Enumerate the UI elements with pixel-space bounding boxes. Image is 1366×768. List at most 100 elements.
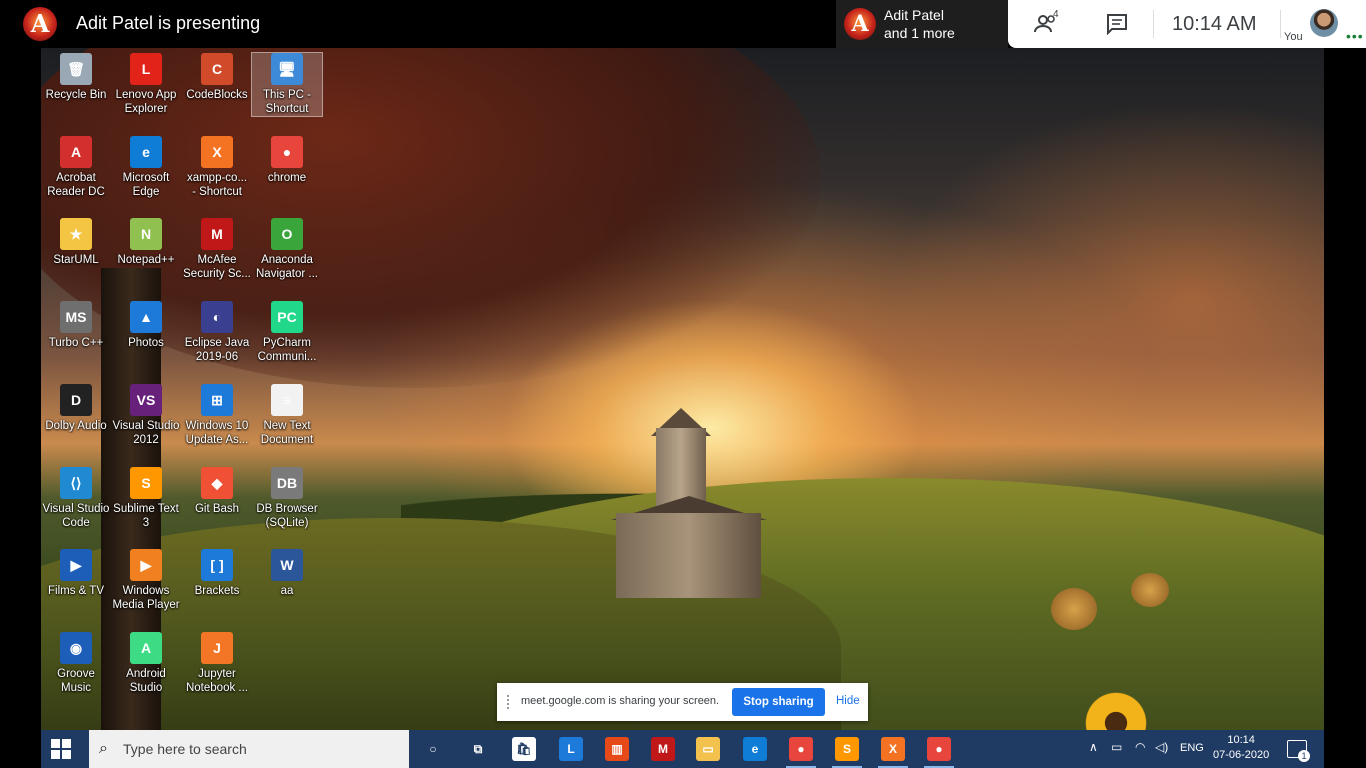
desktop-icon-label: Visual Studio <box>42 502 110 515</box>
desktop-icon-label: New Text <box>263 419 311 432</box>
anaconda-icon: O <box>271 218 303 251</box>
shared-desktop: 🗑 Recycle Bin L Lenovo App Explorer C CodeBloc… <box>41 48 1324 730</box>
language-indicator[interactable]: ENG <box>1180 742 1204 754</box>
sublime-taskbar-icon[interactable]: S <box>835 737 859 761</box>
desktop-icon[interactable]: ▶ Windows Media Player <box>111 549 181 612</box>
desktop-icon[interactable]: ▲ Photos <box>111 301 181 350</box>
desktop-icon[interactable]: ★ StarUML <box>41 218 111 267</box>
eclipse-icon: ◐ <box>201 301 233 334</box>
desktop-icon[interactable]: ◐ Eclipse Java 2019-06 <box>182 301 252 364</box>
volume-icon[interactable]: ◁) <box>1155 740 1168 754</box>
divider <box>1280 10 1281 38</box>
self-avatar[interactable] <box>1310 9 1338 37</box>
battery-icon[interactable]: ▭ <box>1111 740 1122 754</box>
desktop-icon[interactable]: [ ] Brackets <box>182 549 252 598</box>
desktop-icon-label: Jupyter <box>198 667 236 680</box>
desktop-icon[interactable]: L Lenovo App Explorer <box>111 53 181 116</box>
desktop-icon[interactable]: Xxampp-co... - Shortcut <box>182 135 252 199</box>
desktop-icon[interactable]: A Android Studio <box>111 631 181 695</box>
lenovo-app-icon[interactable]: L <box>559 737 583 761</box>
file-explorer-icon[interactable]: ▭ <box>696 737 720 761</box>
desktop-icon[interactable]: 🖥 This PC - Shortcut <box>251 52 323 117</box>
desktop-icon[interactable]: C CodeBlocks <box>182 53 252 102</box>
mcafee-taskbar-icon[interactable]: M <box>651 737 675 761</box>
desktop-icon-label: - Shortcut <box>192 185 242 198</box>
desktop-icon-label: Explorer <box>124 103 168 115</box>
desktop-icon-label: (SQLite) <box>265 516 309 529</box>
desktop-icon[interactable]: MS Turbo C++ <box>41 301 111 350</box>
word-doc-icon: W <box>271 549 303 582</box>
desktop-icon[interactable]: D Dolby Audio <box>41 383 111 433</box>
desktop-icon-label: xampp-co... <box>186 171 248 184</box>
show-hidden-icons-icon[interactable]: ∧ <box>1089 740 1098 754</box>
chrome-taskbar-icon[interactable]: ● <box>789 737 813 761</box>
desktop-icon[interactable]: O Anaconda Navigator ... <box>252 218 322 281</box>
self-more-dots[interactable]: ••• <box>1346 28 1364 44</box>
xampp-taskbar-icon[interactable]: X <box>881 737 905 761</box>
meet-controls-panel: 4 10:14 AM You ••• <box>1008 0 1366 48</box>
xampp-icon: X <box>201 135 233 168</box>
desktop-icon[interactable]: PC PyCharm Communi... <box>252 301 322 364</box>
desktop-icon[interactable]: S Sublime Text 3 <box>111 466 181 530</box>
search-icon: ⌕ <box>99 740 108 757</box>
start-button[interactable] <box>51 739 71 759</box>
wifi-icon[interactable]: ◠ <box>1135 740 1145 754</box>
chat-button[interactable] <box>1106 13 1128 36</box>
desktop-icon[interactable]: ◆ Git Bash <box>182 466 252 516</box>
wallpaper-church <box>611 408 767 598</box>
store-icon[interactable]: 🛍 <box>512 737 536 761</box>
staruml-icon: ★ <box>60 218 92 251</box>
desktop-icon[interactable]: VS Visual Studio 2012 <box>111 383 181 447</box>
windows-taskbar: ⌕ Type here to search ○ ⧉ 🛍 L ▥ M ▭ e ● S X ● ∧ ▭ ◠… <box>41 730 1324 768</box>
desktop-icon-label: Android <box>126 667 166 680</box>
desktop-icon-label: Studio <box>129 681 163 694</box>
taskbar-search-box[interactable]: ⌕ Type here to search <box>89 730 409 768</box>
hay-bale <box>1131 573 1169 607</box>
meet-top-bar: A Adit Patel is presenting A Adit Patel … <box>0 0 1366 48</box>
turbo-cpp-icon: MS <box>60 301 92 334</box>
recycle-bin-icon: 🗑 <box>60 53 92 85</box>
desktop-icon-label: Git Bash <box>194 502 240 515</box>
cortana-icon[interactable]: ○ <box>421 737 445 761</box>
desktop-icon-label: Edge <box>132 185 160 198</box>
participants-button[interactable]: 4 <box>1034 9 1062 36</box>
desktop-icon[interactable]: M McAfee Security Sc... <box>182 218 252 281</box>
desktop-icon[interactable]: ◉ Groove Music <box>41 631 111 695</box>
desktop-icon[interactable]: ▶ Films & TV <box>41 549 111 598</box>
desktop-icon[interactable]: A Acrobat Reader DC <box>41 135 111 199</box>
desktop-icon[interactable]: J Jupyter Notebook ... <box>182 631 252 695</box>
desktop-icon[interactable]: 🗑 Recycle Bin <box>41 53 111 102</box>
edge-taskbar-icon[interactable]: e <box>743 737 767 761</box>
desktop-icon-label: Code <box>62 516 90 529</box>
desktop-icon[interactable]: Waa <box>252 549 322 598</box>
photos-icon: ▲ <box>130 301 162 334</box>
desktop-icon[interactable]: ≡ New Text Document <box>252 383 322 447</box>
desktop-icon[interactable]: ⊞ Windows 10 Update As... <box>182 383 252 447</box>
vscode-icon: ⟨⟩ <box>60 466 92 499</box>
office-icon[interactable]: ▥ <box>605 737 629 761</box>
desktop-icon-label: McAfee <box>197 254 237 267</box>
chrome2-taskbar-icon[interactable]: ● <box>927 737 951 761</box>
presenter-tile-name: Adit Patel and 1 more <box>884 6 955 42</box>
desktop-icon[interactable]: ● chrome <box>252 135 322 185</box>
desktop-icon-label: Acrobat <box>56 171 96 184</box>
taskbar-clock[interactable]: 10:14 07-06-2020 <box>1213 733 1269 763</box>
desktop-icon-label: 2019-06 <box>195 351 239 364</box>
chrome-icon: ● <box>271 135 303 168</box>
desktop-icon-label: Update As... <box>185 433 249 446</box>
desktop-icon[interactable]: ⟨⟩ Visual Studio Code <box>41 466 111 530</box>
desktop-icon[interactable]: DB DB Browser (SQLite) <box>252 466 322 530</box>
desktop-icon-label: Media Player <box>112 599 180 612</box>
desktop-icon[interactable]: e Microsoft Edge <box>111 135 181 199</box>
drag-handle-icon[interactable] <box>507 695 513 709</box>
desktop-icon[interactable]: N Notepad++ <box>111 218 181 267</box>
task-view-icon[interactable]: ⧉ <box>466 737 490 761</box>
desktop-icon-label: Document <box>260 433 314 446</box>
desktop-icon-label: Recycle Bin <box>45 89 107 101</box>
stop-sharing-button[interactable]: Stop sharing <box>732 688 825 716</box>
desktop-icon-label: Visual Studio <box>112 419 180 432</box>
presenter-tile[interactable]: A Adit Patel and 1 more <box>836 0 1008 48</box>
hide-button[interactable]: Hide <box>836 695 860 707</box>
desktop-icon-label: Windows <box>122 585 170 598</box>
you-label: You <box>1284 31 1303 43</box>
